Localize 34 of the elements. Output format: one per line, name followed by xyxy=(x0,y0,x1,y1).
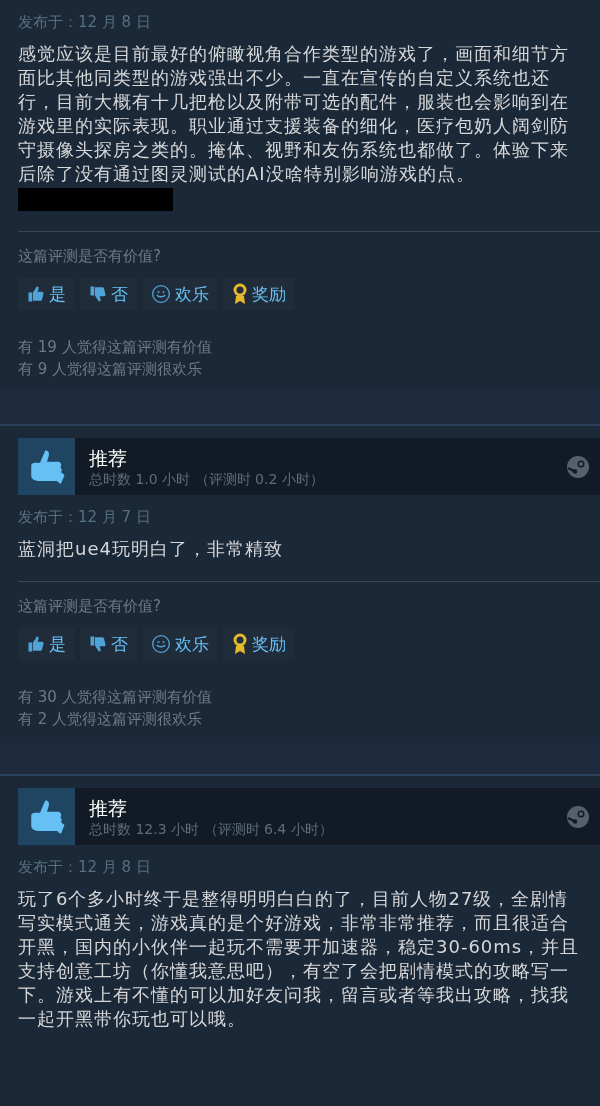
vote-count: 有 2 人觉得这篇评测很欢乐 xyxy=(18,709,204,730)
posted-date: 发布于：12 月 8 日 xyxy=(18,12,152,32)
steam-logo-icon xyxy=(566,454,590,479)
award-icon xyxy=(232,283,248,305)
yes-button[interactable]: 是 xyxy=(18,278,75,310)
thumbs-down-icon xyxy=(89,635,107,653)
award-button[interactable]: 奖励 xyxy=(223,628,295,660)
vote-count: 有 19 人觉得这篇评测有价值 xyxy=(18,337,213,358)
funny-button[interactable]: 欢乐 xyxy=(142,278,218,310)
thumbs-up-icon xyxy=(27,285,45,303)
review-text: 感觉应该是目前最好的俯瞰视角合作类型的游戏了，画面和细节方面比其他同类型的游戏强出不少。一直在宣传的自定义系统也还行，目前大概有十几把枪以及附带可选的配件，服装也会影响到在游戏里的实际表现。职业通过支援装备的细化，医疗包奶人阔剑防守摄像头探房之类的。掩体、视野和友伤系统也都做了。体验下来后除了没有通过图灵测试的AI没啥特别影响游戏的点。 xyxy=(18,42,570,186)
no-button[interactable]: 否 xyxy=(80,278,137,310)
steam-logo-icon xyxy=(566,804,590,829)
thumbs-up-icon xyxy=(27,635,45,653)
smiley-icon xyxy=(151,634,171,654)
award-icon xyxy=(232,633,248,655)
posted-date: 发布于：12 月 7 日 xyxy=(18,507,152,527)
review-text: 玩了6个多小时终于是整得明明白白的了，目前人物27级，全剧情写实模式通关，游戏真的是个好游戏，非常非常推荐，而且很适合开黑，国内的小伙伴一起玩不需要开加速器，稳定30-60ms，并且支持创意工坊（你懂我意思吧），有空了会把剧情模式的攻略写一下。游戏上有不懂的可以加好友问我，留言或者等我出攻略，找我一起开黑带你玩也可以哦。 xyxy=(18,887,581,1031)
smiley-icon xyxy=(151,284,171,304)
review-text: 蓝洞把ue4玩明白了，非常精致 xyxy=(18,537,284,561)
recommendation-title: 推荐 xyxy=(89,445,128,470)
recommendation-title: 推荐 xyxy=(89,795,128,820)
helpful-question: 这篇评测是否有价值? xyxy=(18,596,162,616)
thumbs-down-icon xyxy=(89,285,107,303)
award-button[interactable]: 奖励 xyxy=(223,278,295,310)
yes-button[interactable]: 是 xyxy=(18,628,75,660)
posted-date: 发布于：12 月 8 日 xyxy=(18,857,152,877)
playtime: 总时数 12.3 小时 （评测时 6.4 小时） xyxy=(89,819,334,838)
vote-count: 有 9 人觉得这篇评测很欢乐 xyxy=(18,359,204,380)
helpful-question: 这篇评测是否有价值? xyxy=(18,246,162,266)
funny-button[interactable]: 欢乐 xyxy=(142,628,218,660)
no-button[interactable]: 否 xyxy=(80,628,137,660)
playtime: 总时数 1.0 小时 （评测时 0.2 小时） xyxy=(89,469,325,488)
vote-count: 有 30 人觉得这篇评测有价值 xyxy=(18,687,213,708)
